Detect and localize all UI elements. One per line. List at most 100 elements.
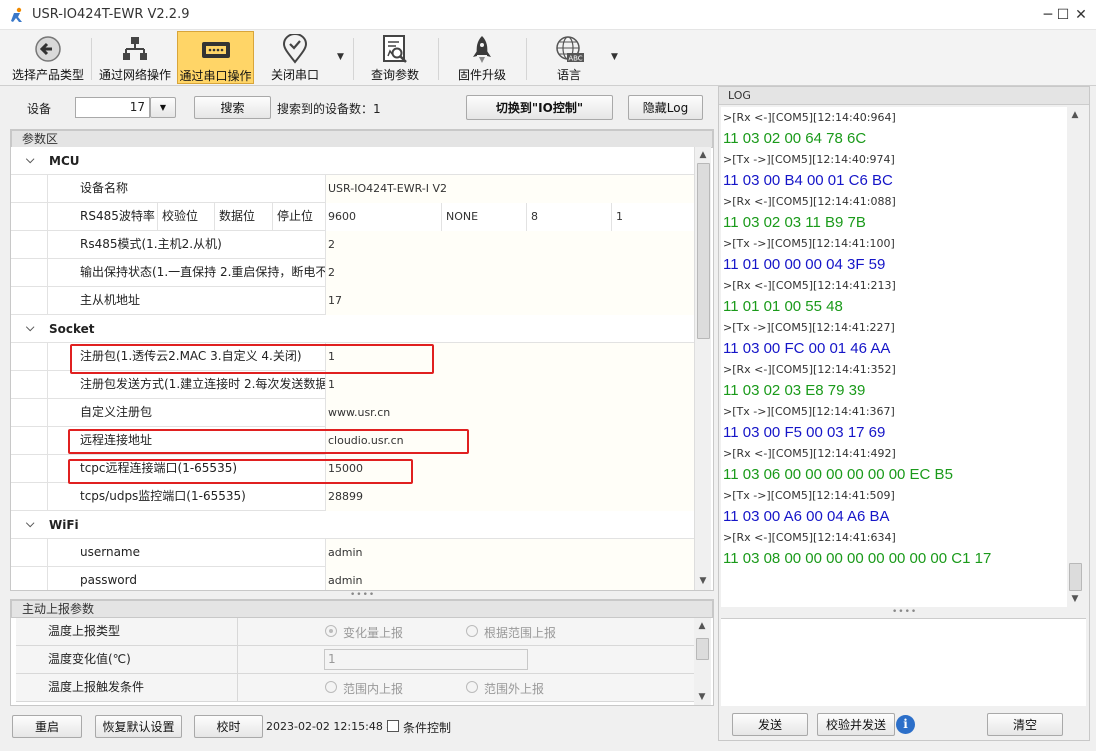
- location-check-icon: [282, 34, 308, 64]
- log-meta-line: >[Tx ->][COM5][12:14:41:100]: [723, 237, 895, 250]
- serial-port-icon: [201, 42, 230, 58]
- device-label: 设备: [27, 102, 52, 116]
- restart-button[interactable]: 重启: [12, 715, 82, 738]
- category-mcu[interactable]: ⌵ MCU: [11, 147, 694, 175]
- radio-change-report[interactable]: [325, 625, 337, 637]
- log-hex-line: 11 03 02 00 64 78 6C: [723, 130, 867, 147]
- category-wifi[interactable]: ⌵ WiFi: [11, 511, 694, 539]
- log-hex-line: 11 03 00 A6 00 04 A6 BA: [723, 508, 890, 525]
- report-row-type: 温度上报类型 变化量上报 根据范围上报: [16, 618, 694, 646]
- log-hex-line: 11 03 06 00 00 00 00 00 00 EC B5: [723, 466, 953, 483]
- log-meta-line: >[Rx <-][COM5][12:14:41:634]: [723, 531, 896, 544]
- firmware-upgrade-button[interactable]: 固件升级: [443, 31, 521, 84]
- radio-range-report[interactable]: [466, 625, 478, 637]
- condition-checkbox[interactable]: [387, 720, 399, 732]
- window-title: USR-IO424T-EWR V2.2.9: [32, 7, 190, 22]
- param-row-password[interactable]: password admin: [11, 567, 694, 590]
- back-arrow-icon: [35, 36, 61, 62]
- report-title: 主动上报参数: [11, 600, 713, 618]
- device-bar: 设备 17 ▼ 搜索 搜索到的设备数：1 切换到"IO控制" 隐藏Log: [9, 88, 717, 126]
- log-title: LOG: [719, 87, 1089, 105]
- restore-default-button[interactable]: 恢复默认设置: [95, 715, 182, 738]
- close-button[interactable]: ✕: [1066, 0, 1096, 30]
- rocket-icon: [473, 36, 491, 63]
- search-button[interactable]: 搜索: [194, 96, 271, 119]
- log-hex-line: 11 03 00 B4 00 01 C6 BC: [723, 172, 893, 189]
- log-meta-line: >[Rx <-][COM5][12:14:41:492]: [723, 447, 896, 460]
- highlight-register-packet: [70, 344, 434, 374]
- sync-time-button[interactable]: 校时: [194, 715, 263, 738]
- switch-io-control-button[interactable]: 切换到"IO控制": [466, 95, 613, 120]
- send-button[interactable]: 发送: [732, 713, 808, 736]
- change-value-input[interactable]: 1: [324, 649, 528, 670]
- param-row-rs485-mode[interactable]: Rs485模式(1.主机2.从机) 2: [11, 231, 694, 259]
- condition-label: 条件控制: [403, 721, 452, 735]
- chevron-down-icon: ⌵: [26, 321, 35, 334]
- globe-abc-icon: ABC: [556, 36, 584, 63]
- clear-button[interactable]: 清空: [987, 713, 1063, 736]
- scroll-down-icon[interactable]: ▼: [1067, 591, 1083, 607]
- info-icon[interactable]: i: [896, 715, 915, 734]
- device-dropdown-button[interactable]: ▼: [150, 97, 176, 118]
- log-meta-line: >[Rx <-][COM5][12:14:41:088]: [723, 195, 896, 208]
- scroll-up-icon[interactable]: ▲: [695, 147, 711, 163]
- device-select[interactable]: 17: [75, 97, 150, 118]
- param-row-username[interactable]: username admin: [11, 539, 694, 567]
- highlight-remote-address: [68, 429, 469, 454]
- scroll-up-icon[interactable]: ▲: [1067, 107, 1083, 123]
- send-input-area[interactable]: [721, 618, 1086, 706]
- serial-operation-button[interactable]: 通过串口操作: [177, 31, 254, 84]
- log-scrollbar[interactable]: ▲ ▼: [1067, 107, 1084, 607]
- param-row-register-send-mode[interactable]: 注册包发送方式(1.建立连接时 2.每次发送数据 1: [11, 371, 694, 399]
- param-row-rs485[interactable]: RS485波特率 校验位 数据位 停止位 9600 NONE 8 1: [11, 203, 694, 231]
- log-hex-line: 11 01 01 00 55 48: [723, 298, 843, 315]
- close-serial-button[interactable]: 关闭串口: [258, 31, 332, 84]
- language-button[interactable]: ABC 语言: [531, 31, 607, 84]
- log-hex-line: 11 03 00 FC 00 01 46 AA: [723, 340, 891, 357]
- select-product-button[interactable]: 选择产品类型: [8, 31, 88, 84]
- scroll-down-icon[interactable]: ▼: [694, 689, 710, 705]
- query-document-icon: [383, 35, 407, 63]
- report-panel: 主动上报参数 温度上报类型 变化量上报 根据范围上报 温度变化值(℃) 1 温度…: [10, 599, 714, 706]
- scroll-down-icon[interactable]: ▼: [695, 573, 711, 589]
- scroll-thumb[interactable]: [696, 638, 709, 660]
- log-hex-line: 11 03 02 03 11 B9 7B: [723, 214, 866, 231]
- chevron-down-icon: ⌵: [26, 517, 35, 530]
- log-hex-line: 11 03 00 F5 00 03 17 69: [723, 424, 886, 441]
- query-params-button[interactable]: 查询参数: [358, 31, 432, 84]
- network-icon: [123, 37, 147, 60]
- log-hex-line: 11 01 00 00 00 04 3F 59: [723, 256, 886, 273]
- network-operation-button[interactable]: 通过网络操作: [95, 31, 175, 84]
- scroll-thumb[interactable]: [1069, 563, 1082, 591]
- log-meta-line: >[Tx ->][COM5][12:14:41:227]: [723, 321, 895, 334]
- highlight-remote-port: [68, 459, 413, 484]
- log-meta-line: >[Tx ->][COM5][12:14:40:974]: [723, 153, 895, 166]
- radio-in-range[interactable]: [325, 681, 337, 693]
- datetime-display: 2023-02-02 12:15:48 4: [266, 720, 394, 733]
- param-row-monitor-port[interactable]: tcps/udps监控端口(1-65535) 28899: [11, 483, 694, 511]
- radio-out-range[interactable]: [466, 681, 478, 693]
- language-dropdown[interactable]: ▼: [611, 52, 618, 62]
- log-hex-line: 11 03 08 00 00 00 00 00 00 00 00 C1 17: [723, 550, 992, 567]
- param-row-slave-address[interactable]: 主从机地址 17: [11, 287, 694, 315]
- param-row-output-hold[interactable]: 输出保持状态(1.一直保持 2.重启保持，断电不 2: [11, 259, 694, 287]
- log-meta-line: >[Tx ->][COM5][12:14:41:367]: [723, 405, 895, 418]
- report-scrollbar[interactable]: ▲ ▼: [694, 618, 711, 705]
- param-row-custom-register[interactable]: 自定义注册包 www.usr.cn: [11, 399, 694, 427]
- log-hex-line: 11 03 02 03 E8 79 39: [723, 382, 866, 399]
- log-splitter-grip[interactable]: ••••: [892, 607, 916, 617]
- check-send-button[interactable]: 校验并发送: [817, 713, 895, 736]
- scroll-up-icon[interactable]: ▲: [694, 618, 710, 634]
- svg-text:ABC: ABC: [568, 55, 582, 63]
- param-row-device-name[interactable]: 设备名称 USR-IO424T-EWR-I V2: [11, 175, 694, 203]
- log-meta-line: >[Rx <-][COM5][12:14:41:213]: [723, 279, 896, 292]
- report-row-trigger: 温度上报触发条件 范围内上报 范围外上报: [16, 674, 694, 702]
- scroll-thumb[interactable]: [697, 163, 710, 339]
- category-socket[interactable]: ⌵ Socket: [11, 315, 694, 343]
- close-serial-dropdown[interactable]: ▼: [337, 52, 344, 62]
- log-output[interactable]: >[Rx <-][COM5][12:14:40:964] 11 03 02 00 …: [721, 107, 1067, 607]
- bottom-bar: 重启 恢复默认设置 校时 2023-02-02 12:15:48 4 条件控制: [0, 708, 717, 751]
- hide-log-button[interactable]: 隐藏Log: [628, 95, 703, 120]
- params-scrollbar[interactable]: ▲ ▼: [694, 147, 711, 590]
- report-row-change: 温度变化值(℃) 1: [16, 646, 694, 674]
